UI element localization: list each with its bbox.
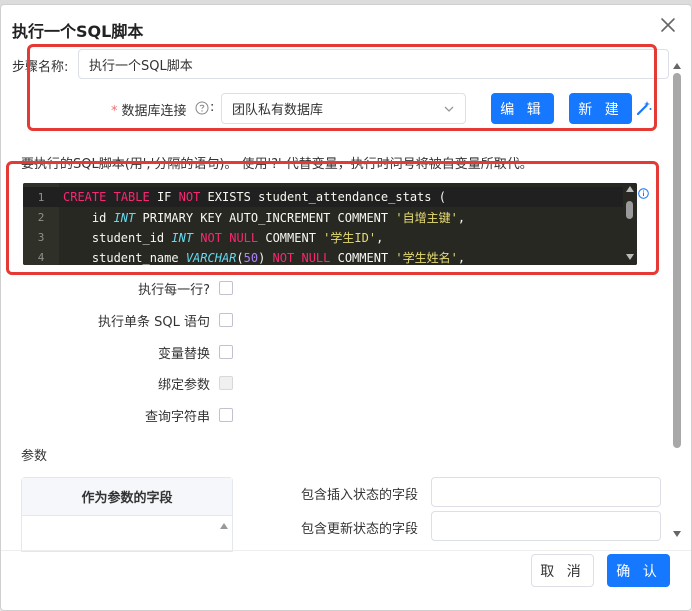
option-label: 执行单条 SQL 语句 — [98, 315, 210, 330]
db-connection-select[interactable]: 团队私有数据库 — [221, 93, 466, 124]
confirm-button[interactable]: 确 认 — [607, 554, 670, 587]
params-table-header: 作为参数的字段 — [22, 478, 232, 516]
code-token: , — [457, 250, 466, 265]
line-number: 1 — [37, 190, 45, 204]
magic-wand-icon[interactable] — [635, 99, 653, 117]
option-label: 绑定参数 — [157, 378, 210, 393]
line-number: 4 — [37, 250, 45, 264]
db-connection-label: * 数据库连接 — [111, 100, 187, 119]
code-token: ) — [258, 250, 273, 265]
edit-connection-button[interactable]: 编 辑 — [491, 93, 554, 124]
option-label: 变量替换 — [157, 347, 210, 362]
code-token: 50 — [243, 250, 259, 265]
code-token: '自增主键' — [395, 210, 458, 225]
params-section-label: 参数 — [21, 449, 48, 464]
code-line[interactable]: 4 student_name VARCHAR(50) NOT NULL COMM… — [23, 247, 623, 265]
code-token: PRIMARY KEY AUTO_INCREMENT COMMENT — [135, 210, 396, 225]
dialog-scroll-up-icon[interactable] — [673, 63, 681, 69]
code-token: EXISTS student_attendance_stats ( — [200, 190, 446, 204]
code-token: COMMENT — [258, 230, 324, 245]
step-name-label: 步骤名称: — [12, 60, 69, 75]
db-connection-label-text: 数据库连接 — [121, 104, 187, 119]
editor-scrollbar[interactable] — [623, 183, 637, 265]
db-connection-colon: : — [210, 100, 215, 115]
code-token: COMMENT — [330, 250, 396, 265]
step-name-value: 执行一个SQL脚本 — [89, 58, 193, 74]
option-label: 执行每一行? — [138, 283, 210, 298]
update-status-field-input[interactable] — [431, 511, 661, 541]
cancel-button[interactable]: 取 消 — [531, 554, 594, 587]
code-token: VARCHAR — [185, 250, 237, 265]
code-token: INT — [113, 210, 136, 225]
dialog-title: 执行一个SQL脚本 — [12, 22, 144, 41]
code-token: IF — [149, 190, 179, 204]
code-token: NULL — [229, 230, 259, 245]
dialog-scrollbar[interactable] — [671, 63, 683, 553]
code-text: student_name VARCHAR(50) NOT NULL COMMEN… — [59, 249, 465, 266]
insert-status-field-input[interactable] — [431, 477, 661, 507]
insert-status-field-label: 包含插入状态的字段 — [301, 488, 419, 503]
code-token: '学生姓名' — [395, 250, 458, 265]
code-token: '学生ID' — [323, 230, 377, 245]
db-connection-selected: 团队私有数据库 — [232, 103, 324, 118]
code-token: NOT — [200, 230, 222, 245]
editor-scroll-thumb[interactable] — [626, 201, 633, 219]
code-token: NOT — [272, 250, 295, 265]
code-text: CREATE TABLE IF NOT EXISTS student_atten… — [59, 190, 446, 204]
dialog-scroll-down-icon[interactable] — [673, 531, 681, 537]
required-mark: * — [111, 104, 118, 119]
chevron-down-icon — [444, 106, 454, 112]
code-token: , — [457, 210, 466, 225]
code-token: id — [63, 210, 114, 225]
code-text: id INT PRIMARY KEY AUTO_INCREMENT COMMEN… — [59, 209, 465, 226]
dialog-scroll-thumb[interactable] — [673, 73, 681, 448]
code-line[interactable]: 1 CREATE TABLE IF NOT EXISTS student_atte… — [23, 187, 623, 207]
sql-script-hint: 要执行的SQL脚本(用';'分隔的语句)。 使用'?' 代替变量，执行时问号将被… — [21, 157, 533, 172]
option-checkbox[interactable] — [219, 345, 233, 359]
footer-divider — [1, 550, 691, 551]
code-token: , — [376, 230, 384, 245]
info-circle-icon[interactable] — [638, 188, 649, 199]
sql-script-dialog: 执行一个SQL脚本 步骤名称: 执行一个SQL脚本 * 数据库连接 : 团队私有数… — [0, 4, 692, 611]
new-connection-button[interactable]: 新 建 — [569, 93, 632, 124]
step-name-input[interactable]: 执行一个SQL脚本 — [78, 49, 669, 79]
code-token: NULL — [301, 250, 331, 265]
code-token: INT — [171, 230, 194, 245]
update-status-field-label: 包含更新状态的字段 — [301, 522, 419, 537]
option-checkbox[interactable] — [219, 408, 233, 422]
code-text: student_id INT NOT NULL COMMENT '学生ID', — [59, 229, 383, 246]
code-token: student_name — [63, 250, 186, 265]
line-number: 2 — [37, 210, 45, 224]
option-checkbox[interactable] — [219, 313, 233, 327]
table-scroll-up-icon[interactable] — [220, 523, 228, 529]
scroll-up-arrow-icon[interactable] — [626, 186, 634, 192]
params-field-table: 作为参数的字段 — [21, 477, 233, 552]
sql-code-editor[interactable]: 1 CREATE TABLE IF NOT EXISTS student_atte… — [23, 183, 637, 265]
line-number: 3 — [37, 230, 45, 244]
scroll-down-arrow-icon[interactable] — [626, 254, 634, 260]
code-token: student_id — [63, 230, 172, 245]
question-circle-icon[interactable] — [195, 101, 209, 115]
option-label: 查询字符串 — [144, 410, 210, 425]
close-icon[interactable] — [658, 15, 678, 35]
code-token: TABLE — [113, 190, 150, 204]
code-line[interactable]: 2 id INT PRIMARY KEY AUTO_INCREMENT COMM… — [23, 207, 623, 227]
option-checkbox — [219, 376, 233, 390]
code-line[interactable]: 3 student_id INT NOT NULL COMMENT '学生ID'… — [23, 227, 623, 247]
code-token: CREATE — [63, 190, 107, 204]
code-token: ( — [236, 250, 244, 265]
code-token: NOT — [178, 190, 201, 204]
option-checkbox[interactable] — [219, 281, 233, 295]
